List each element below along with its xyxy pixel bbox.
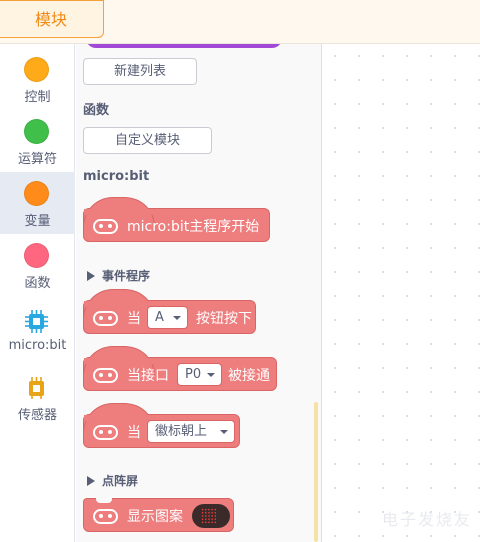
category-label: 变量 (24, 214, 51, 229)
category-functions[interactable]: 函数 (0, 234, 75, 296)
logo-dropdown[interactable]: 徽标朝上 (147, 420, 235, 443)
category-label: 函数 (24, 276, 51, 291)
microbit-face-icon (93, 368, 118, 383)
category-operators[interactable]: 运算符 (0, 110, 75, 172)
subheading-label: 点阵屏 (102, 474, 139, 488)
hat-join (84, 301, 154, 307)
category-label: 运算符 (17, 152, 57, 167)
button-dropdown[interactable]: A (147, 306, 188, 329)
events-subheading[interactable]: 事件程序 (87, 267, 150, 284)
watermark: 电子发烧友 (381, 510, 472, 529)
block-prefix: 当 (127, 425, 141, 441)
chevron-down-icon (207, 373, 215, 377)
hat-join (84, 358, 154, 364)
dropdown-value: A (155, 310, 164, 325)
hat-join (84, 209, 154, 215)
tab-modules[interactable]: 模块 (0, 0, 104, 38)
microbit-heading: micro:bit (83, 169, 150, 184)
define-block-button[interactable]: 自定义模块 (83, 127, 212, 154)
list-block-top[interactable] (86, 44, 282, 48)
logo-up-block[interactable]: 当 徽标朝上 (83, 403, 240, 448)
block-label: micro:bit主程序开始 (127, 219, 260, 235)
operators-color-dot (24, 119, 49, 144)
microbit-chip-icon (25, 310, 48, 333)
chevron-down-icon (173, 316, 181, 320)
led-matrix-picker[interactable] (192, 504, 230, 528)
category-label: 传感器 (17, 408, 57, 423)
microbit-face-icon (93, 425, 118, 440)
main-program-block[interactable]: micro:bit主程序开始 (83, 197, 270, 242)
control-color-dot (24, 57, 49, 82)
expand-triangle-icon (87, 476, 95, 486)
block-notch (96, 498, 112, 503)
hat-join (84, 415, 154, 421)
category-control[interactable]: 控制 (0, 48, 75, 110)
show-image-block[interactable]: 显示图案 (83, 498, 234, 532)
category-sensors[interactable]: 传感器 (0, 366, 75, 428)
block-label: 显示图案 (127, 509, 183, 525)
flyout-scrollbar[interactable] (314, 402, 318, 542)
category-label: micro:bit (8, 338, 67, 353)
block-prefix: 当接口 (127, 368, 169, 384)
functions-heading: 函数 (83, 103, 110, 118)
matrix-subheading[interactable]: 点阵屏 (87, 472, 138, 489)
pin-dropdown[interactable]: P0 (177, 363, 222, 386)
expand-triangle-icon (87, 271, 95, 281)
button-pressed-block[interactable]: 当 A 按钮按下 (83, 289, 256, 334)
new-list-button[interactable]: 新建列表 (83, 58, 197, 85)
dropdown-value: P0 (185, 367, 202, 382)
variables-color-dot (24, 181, 49, 206)
category-rail: 控制 运算符 变量 函数 micro:bit 传感器 (0, 44, 75, 542)
subheading-label: 事件程序 (102, 269, 151, 283)
microbit-face-icon (93, 219, 118, 234)
block-suffix: 按钮按下 (196, 311, 252, 327)
functions-color-dot (24, 243, 49, 268)
microbit-face-icon (93, 311, 118, 326)
top-bar: 模块 (0, 0, 480, 44)
category-microbit[interactable]: micro:bit (0, 300, 75, 362)
block-flyout[interactable]: 新建列表 函数 自定义模块 micro:bit micro:bit主程序开始 事… (76, 44, 322, 542)
category-variables[interactable]: 变量 (0, 172, 75, 234)
chevron-down-icon (220, 430, 228, 434)
sensor-chip-icon (29, 377, 44, 399)
microbit-face-icon (93, 509, 118, 524)
block-prefix: 当 (127, 311, 141, 327)
code-canvas[interactable]: 电子发烧友 (323, 44, 480, 542)
led-grid-icon (201, 508, 217, 524)
block-suffix: 被接通 (228, 368, 270, 384)
pin-connected-block[interactable]: 当接口 P0 被接通 (83, 346, 277, 391)
category-label: 控制 (24, 90, 51, 105)
dropdown-value: 徽标朝上 (155, 424, 208, 439)
